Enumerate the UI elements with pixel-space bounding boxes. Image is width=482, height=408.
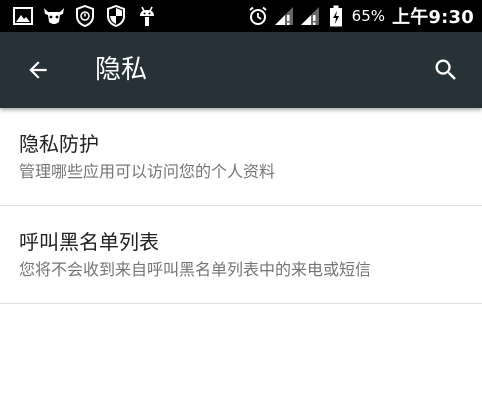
item-title: 隐私防护 [19,132,99,156]
back-button[interactable] [14,46,62,94]
search-button[interactable] [422,46,470,94]
page-title: 隐私 [95,55,148,85]
item-summary: 您将不会收到来自呼叫黑名单列表中的来电或短信 [19,260,372,279]
status-bar-system: 65% 上午9:30 [248,0,474,32]
gallery-icon [12,5,34,27]
privacy-protection-item[interactable]: 隐私防护 管理哪些应用可以访问您的个人资料 [0,108,482,206]
battery-percent: 65% [351,7,386,25]
arrow-back-icon [29,61,47,79]
signal-icon [274,6,294,26]
ox-head-icon [43,5,65,27]
search-icon [435,59,456,80]
alarm-icon [248,6,268,26]
app-bar: 隐私 [0,32,482,108]
battery-charging-icon [326,5,346,27]
status-clock: 上午9:30 [392,7,474,28]
status-bar: 65% 上午9:30 [0,0,482,32]
item-title: 呼叫黑名单列表 [19,230,159,254]
call-blacklist-item[interactable]: 呼叫黑名单列表 您将不会收到来自呼叫黑名单列表中的来电或短信 [0,206,482,304]
shield-icon [105,5,127,27]
signal-icon [300,6,320,26]
item-summary: 管理哪些应用可以访问您的个人资料 [19,162,276,181]
settings-list: 隐私防护 管理哪些应用可以访问您的个人资料 呼叫黑名单列表 您将不会收到来自呼叫… [0,108,482,304]
shield-icon [74,5,96,27]
android-icon [136,5,158,27]
status-bar-notifications [12,0,167,32]
